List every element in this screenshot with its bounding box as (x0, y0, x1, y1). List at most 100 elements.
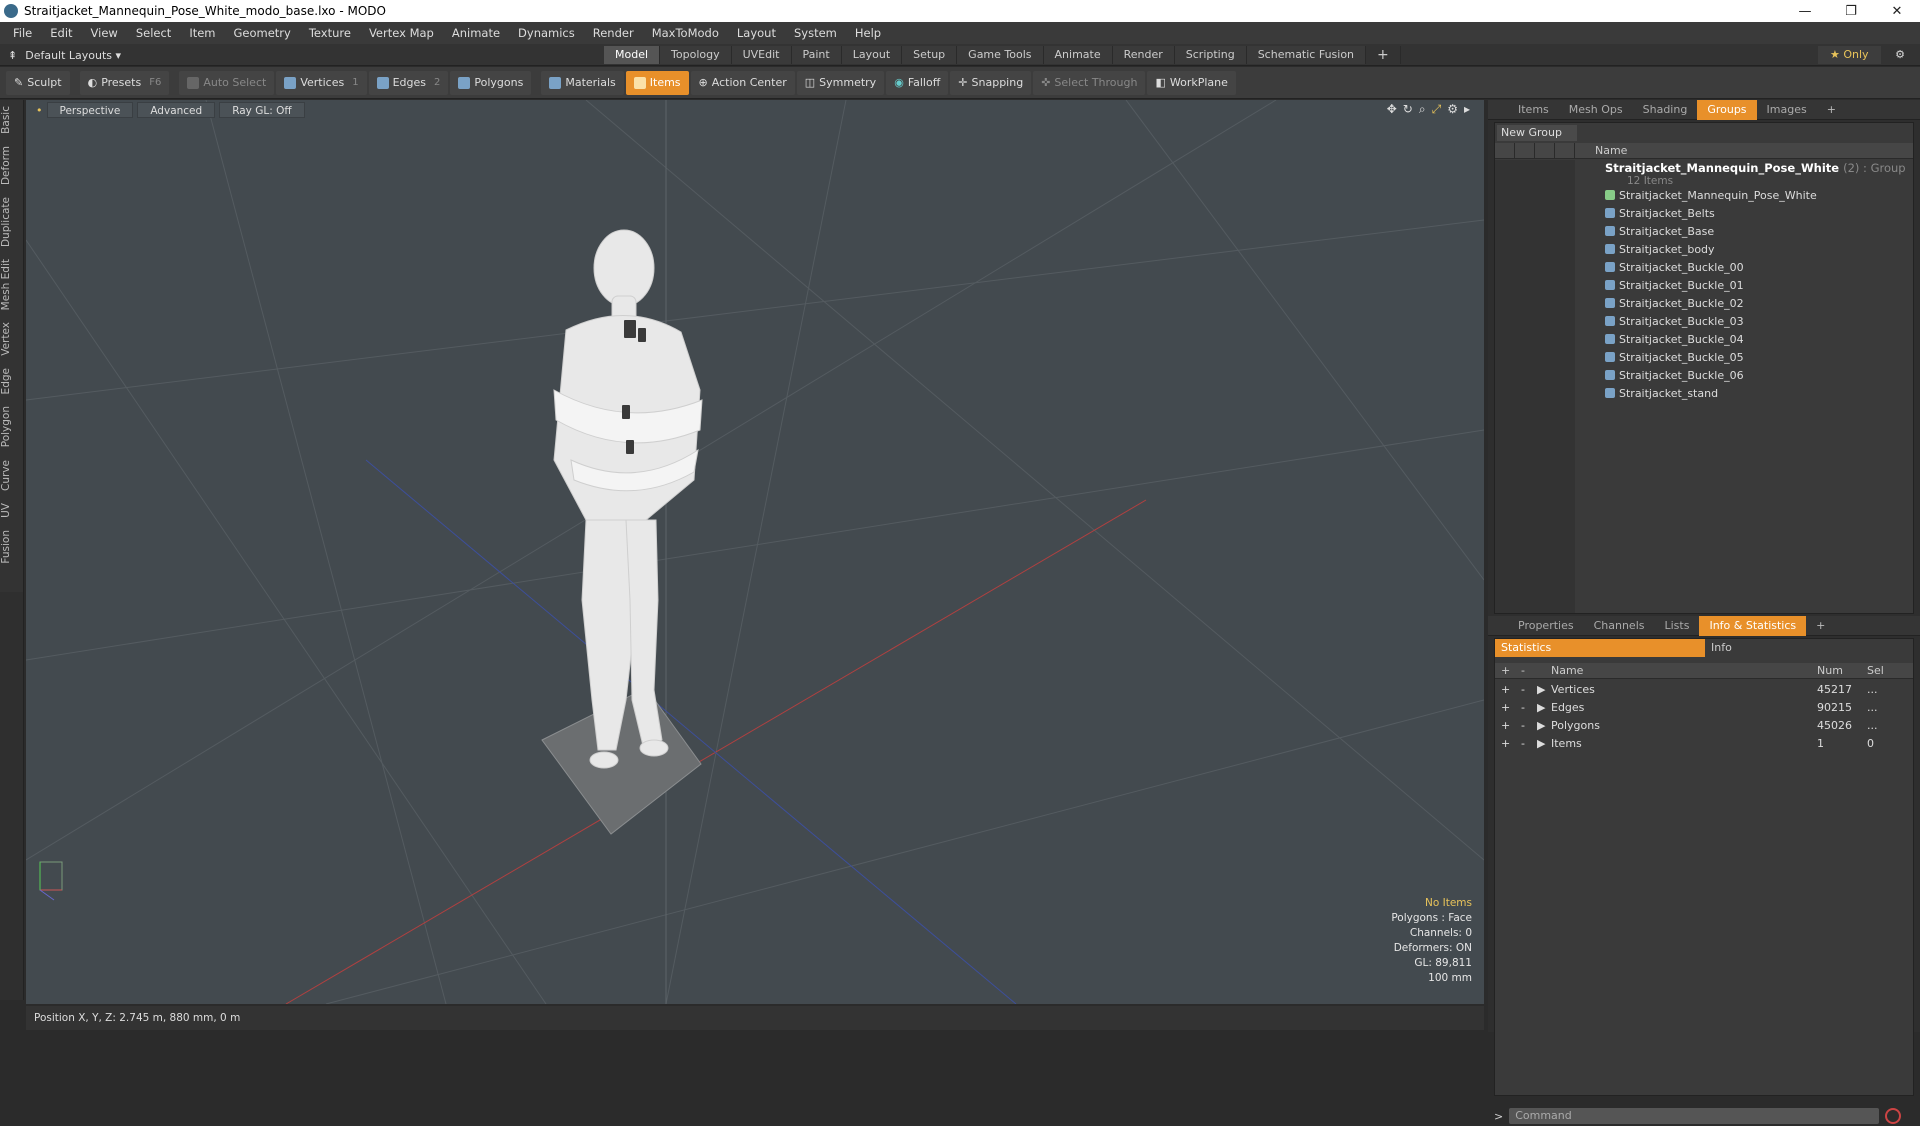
tab-properties[interactable]: Properties (1508, 616, 1584, 636)
fit-view-icon[interactable]: ⤢ (1432, 102, 1442, 117)
tab-render[interactable]: Render (1112, 46, 1175, 64)
tab-deform[interactable]: Deform (0, 140, 24, 191)
tab-animate[interactable]: Animate (1043, 46, 1113, 64)
auto-select-button[interactable]: Auto Select (179, 70, 275, 95)
workplane-button[interactable]: ◧ WorkPlane (1147, 70, 1236, 95)
tab-game-tools[interactable]: Game Tools (957, 46, 1044, 64)
lock-column-icon[interactable] (1535, 143, 1555, 158)
tab-mesh-ops[interactable]: Mesh Ops (1559, 100, 1633, 120)
move-view-icon[interactable]: ✥ (1387, 102, 1397, 117)
tab-basic[interactable]: Basic (0, 100, 24, 140)
symmetry-button[interactable]: ◫ Symmetry (796, 70, 885, 95)
expand-all-icon[interactable]: + (1501, 664, 1510, 677)
tab-vertex[interactable]: Vertex (0, 316, 24, 362)
advanced-button[interactable]: Advanced (137, 102, 216, 118)
perspective-button[interactable]: Perspective (46, 102, 134, 118)
tab-model[interactable]: Model (604, 46, 661, 64)
tab-items[interactable]: Items (1508, 100, 1559, 120)
tab-mesh-edit[interactable]: Mesh Edit (0, 253, 24, 316)
list-item[interactable]: Straitjacket_body (1605, 241, 1715, 259)
action-center-button[interactable]: ⊕ Action Center (690, 70, 795, 95)
visibility-column-icon[interactable] (1495, 143, 1515, 158)
menu-vertex-map[interactable]: Vertex Map (360, 26, 443, 40)
disclosure-triangle-icon[interactable]: ▶ (1537, 717, 1545, 735)
select-through-button[interactable]: ✜ Select Through (1033, 70, 1146, 95)
collapse-icon[interactable]: - (1521, 699, 1525, 717)
table-row[interactable]: + - ▶ Polygons 45026 ... (1495, 717, 1913, 735)
record-macro-icon[interactable] (1885, 1108, 1902, 1124)
polygons-button[interactable]: Polygons (450, 70, 532, 95)
list-item[interactable]: Straitjacket_Buckle_02 (1605, 295, 1744, 313)
disclosure-triangle-icon[interactable]: ▶ (1537, 681, 1545, 699)
viewport-settings-icon[interactable]: ⚙ (1447, 102, 1458, 117)
rotate-view-icon[interactable]: ↻ (1403, 102, 1413, 117)
menu-item[interactable]: Item (180, 26, 224, 40)
tab-duplicate[interactable]: Duplicate (0, 191, 24, 253)
tab-edge[interactable]: Edge (0, 362, 24, 400)
tab-fusion[interactable]: Fusion (0, 524, 24, 570)
list-item[interactable]: Straitjacket_Buckle_05 (1605, 349, 1744, 367)
tab-uv[interactable]: UV (0, 497, 24, 524)
only-button[interactable]: ★ Only (1818, 46, 1881, 64)
menu-select[interactable]: Select (127, 26, 180, 40)
tab-info-statistics[interactable]: Info & Statistics (1699, 615, 1807, 636)
list-item[interactable]: Straitjacket_Buckle_06 (1605, 367, 1744, 385)
tab-statistics[interactable]: Statistics (1495, 639, 1705, 657)
expand-icon[interactable]: + (1501, 699, 1510, 717)
menu-view[interactable]: View (82, 26, 127, 40)
menu-render[interactable]: Render (584, 26, 643, 40)
sculpt-button[interactable]: ✎ Sculpt (6, 70, 70, 95)
collapse-icon[interactable]: - (1521, 735, 1525, 753)
falloff-button[interactable]: ◉ Falloff (886, 70, 949, 95)
tab-schematic-fusion[interactable]: Schematic Fusion (1246, 46, 1367, 64)
list-item[interactable]: Straitjacket_Mannequin_Pose_White (1605, 187, 1817, 205)
close-icon[interactable]: ✕ (1874, 0, 1920, 22)
expand-icon[interactable]: + (1501, 717, 1510, 735)
tab-images[interactable]: Images (1757, 100, 1817, 120)
menu-help[interactable]: Help (846, 26, 890, 40)
add-panel-tab-icon[interactable]: + (1806, 616, 1835, 636)
list-item[interactable]: Straitjacket_Base (1605, 223, 1714, 241)
render-column-icon[interactable] (1515, 143, 1535, 158)
tab-polygon[interactable]: Polygon (0, 400, 24, 453)
disclosure-triangle-icon[interactable]: ▶ (1537, 735, 1545, 753)
select-column-icon[interactable] (1555, 143, 1575, 158)
layout-selector[interactable]: ⇞ Default Layouts ▾ (8, 44, 121, 66)
expand-icon[interactable]: + (1501, 735, 1510, 753)
zoom-view-icon[interactable]: ⌕ (1419, 102, 1426, 117)
gear-icon[interactable]: ⚙ (1888, 46, 1912, 64)
list-item[interactable]: Straitjacket_Buckle_00 (1605, 259, 1744, 277)
collapse-icon[interactable]: - (1521, 717, 1525, 735)
tab-info[interactable]: Info (1705, 639, 1732, 657)
menu-geometry[interactable]: Geometry (225, 26, 300, 40)
menu-edit[interactable]: Edit (41, 26, 81, 40)
table-row[interactable]: + - ▶ Edges 90215 ... (1495, 699, 1913, 717)
group-root-item[interactable]: Straitjacket_Mannequin_Pose_White (2) : … (1605, 161, 1906, 175)
tab-groups[interactable]: Groups (1697, 99, 1757, 120)
tab-topology[interactable]: Topology (660, 46, 732, 64)
edges-button[interactable]: Edges 2 (368, 70, 449, 95)
list-item[interactable]: Straitjacket_Belts (1605, 205, 1715, 223)
viewport-menu-icon[interactable]: • (36, 104, 43, 117)
list-item[interactable]: Straitjacket_Buckle_03 (1605, 313, 1744, 331)
presets-button[interactable]: ◐ Presets F6 (79, 70, 170, 95)
materials-button[interactable]: Materials (541, 70, 624, 95)
minimize-icon[interactable]: — (1782, 0, 1828, 22)
collapse-icon[interactable]: - (1521, 681, 1525, 699)
tab-shading[interactable]: Shading (1633, 100, 1698, 120)
command-input[interactable]: Command (1509, 1108, 1880, 1124)
tab-layout[interactable]: Layout (841, 46, 903, 64)
tab-channels[interactable]: Channels (1584, 616, 1655, 636)
raygl-button[interactable]: Ray GL: Off (219, 102, 305, 118)
list-item[interactable]: Straitjacket_stand (1605, 385, 1718, 403)
collapse-all-icon[interactable]: - (1521, 664, 1525, 677)
menu-animate[interactable]: Animate (443, 26, 509, 40)
tab-setup[interactable]: Setup (902, 46, 958, 64)
expand-icon[interactable]: + (1501, 681, 1510, 699)
table-row[interactable]: + - ▶ Vertices 45217 ... (1495, 681, 1913, 699)
vertices-button[interactable]: Vertices 1 (276, 70, 367, 95)
menu-texture[interactable]: Texture (300, 26, 360, 40)
tab-scripting[interactable]: Scripting (1174, 46, 1247, 64)
menu-maxtomodo[interactable]: MaxToModo (643, 26, 728, 40)
tab-paint[interactable]: Paint (791, 46, 842, 64)
